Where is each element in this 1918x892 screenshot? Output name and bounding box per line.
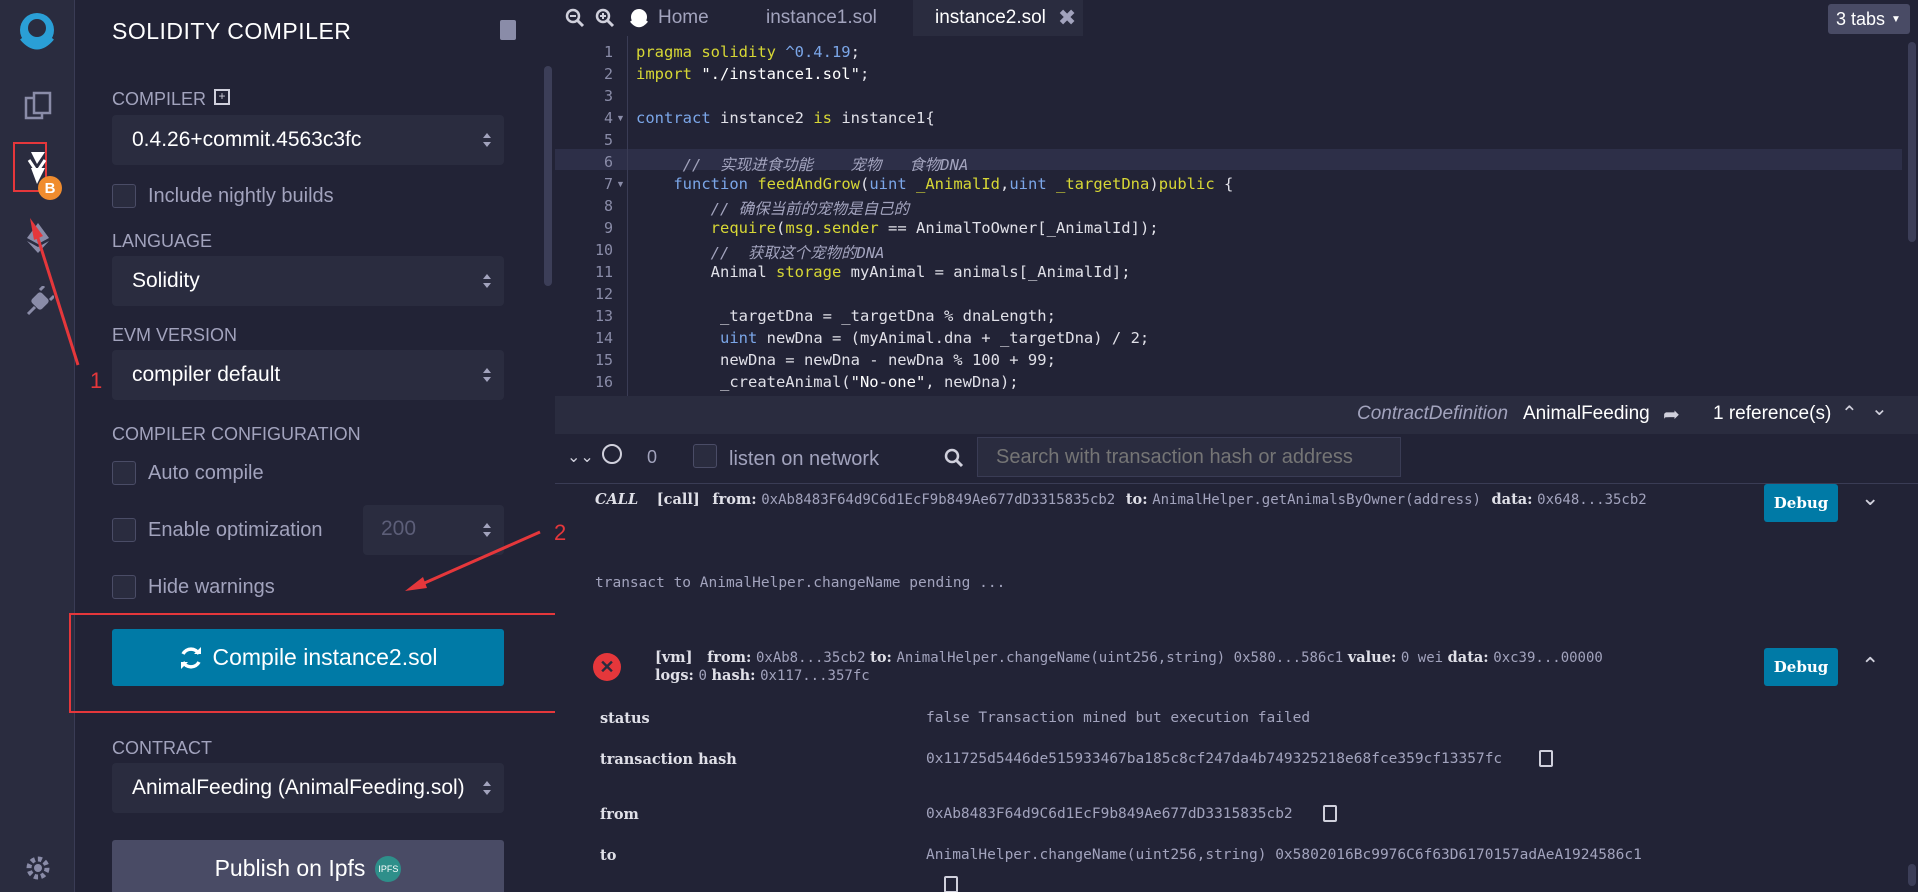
annotation-label-1: 1 (90, 368, 103, 393)
annotation-arrow-1 (34, 231, 80, 366)
annotation-label-2: 2 (554, 520, 567, 545)
annotation-arrow-head (30, 218, 43, 240)
annotation-arrow-head (405, 577, 427, 591)
annotation-arrow-2 (419, 530, 541, 587)
annotation-overlay (30, 218, 541, 591)
